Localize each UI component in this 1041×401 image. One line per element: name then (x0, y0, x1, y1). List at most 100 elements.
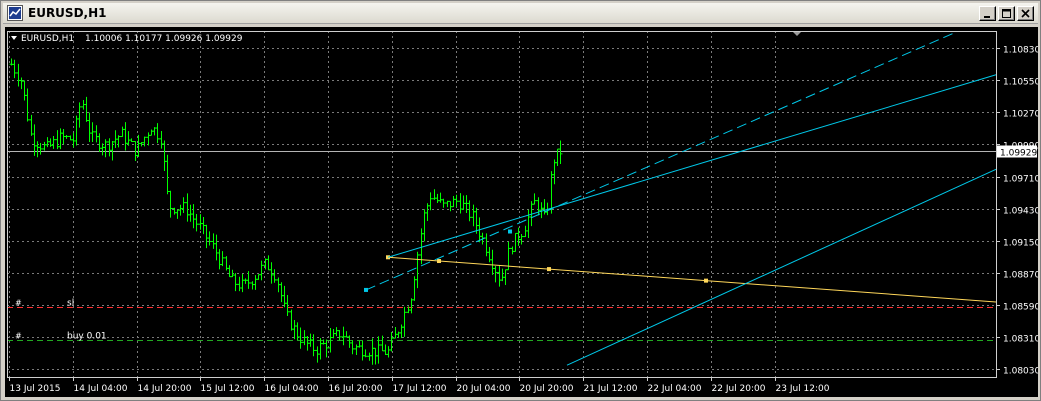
current-price-label: 1.09929 (1000, 149, 1037, 159)
price-bar (198, 214, 203, 230)
price-bar (363, 349, 368, 358)
restore-button[interactable] (998, 6, 1015, 21)
price-bar (347, 335, 352, 348)
price-bar (279, 282, 284, 303)
price-bar (526, 209, 531, 239)
chart-window-icon (7, 5, 23, 21)
x-tick-label: 20 Jul 20:00 (520, 384, 574, 394)
price-bar (204, 224, 209, 249)
price-bar (298, 327, 303, 349)
title-bar[interactable]: EURUSD,H1 (3, 3, 1038, 24)
price-bar (51, 136, 56, 149)
price-bar (532, 193, 537, 205)
trendline-point (704, 278, 708, 283)
price-bar (22, 80, 27, 101)
price-bar (103, 139, 108, 158)
price-bar (181, 197, 186, 214)
price-bar (500, 268, 505, 282)
buy-marker: # (15, 332, 22, 341)
chart-area[interactable]: 1.108301.105501.102701.099901.097101.094… (5, 27, 1038, 397)
price-chart[interactable]: 1.108301.105501.102701.099901.097101.094… (5, 27, 1038, 397)
price-bar (136, 134, 141, 158)
x-tick-label: 22 Jul 04:00 (648, 384, 702, 394)
price-bar (510, 246, 515, 255)
x-tick-label: 22 Jul 20:00 (712, 384, 766, 394)
price-bar (357, 340, 362, 348)
dropdown-icon (11, 36, 17, 40)
price-bar (497, 265, 502, 287)
minimize-button[interactable] (979, 6, 996, 21)
price-bar (120, 126, 125, 138)
price-bar (71, 132, 76, 148)
minimize-icon (984, 16, 990, 18)
chart-window: EURUSD,H1 1.108301.105501.102701.099901.… (0, 0, 1041, 401)
price-bar (539, 202, 544, 219)
close-button[interactable] (1017, 6, 1034, 21)
price-bar (100, 143, 105, 156)
price-bar (324, 339, 329, 358)
price-bar (77, 102, 82, 128)
price-bar (214, 234, 219, 261)
price-bar (12, 59, 17, 79)
price-bar (519, 233, 524, 245)
price-bar (155, 123, 160, 144)
price-bar (97, 133, 102, 152)
price-bar (25, 88, 30, 122)
price-bar (243, 278, 248, 284)
price-bar (175, 209, 180, 219)
price-bar (334, 327, 339, 337)
price-bar (191, 204, 196, 229)
price-bar (90, 122, 95, 142)
price-bar (269, 262, 274, 284)
y-tick-label: 1.08030 (1003, 367, 1038, 377)
chart-axes (7, 31, 1000, 381)
price-bar (42, 141, 47, 151)
price-bar (233, 273, 238, 292)
x-tick-label: 14 Jul 04:00 (74, 384, 128, 394)
price-bar (558, 140, 563, 164)
y-tick-label: 1.10550 (1003, 78, 1038, 88)
price-bar (220, 251, 225, 267)
price-bar (393, 327, 398, 339)
price-bar (94, 125, 99, 143)
price-bar (458, 193, 463, 214)
trendline-point (437, 259, 441, 264)
chart-labels: 1.108301.105501.102701.099901.097101.094… (10, 34, 1039, 394)
price-bar (253, 275, 258, 290)
price-bar (454, 194, 459, 207)
price-bar (188, 204, 193, 222)
price-bar (435, 193, 440, 204)
channel-upper (387, 74, 997, 258)
channel-point (508, 229, 512, 234)
price-bar (64, 135, 69, 139)
y-tick-label: 1.10830 (1003, 46, 1038, 56)
x-tick-label: 14 Jul 20:00 (138, 384, 192, 394)
price-bar (159, 131, 164, 149)
chart-grid (7, 31, 996, 377)
y-tick-label: 1.10270 (1003, 110, 1038, 120)
sl-marker: # (15, 299, 22, 308)
trendline-point (547, 267, 551, 272)
y-tick-label: 1.09150 (1003, 239, 1038, 249)
price-bar (172, 207, 177, 215)
price-bar (107, 138, 112, 157)
price-bar (165, 154, 170, 195)
price-bar (38, 143, 43, 155)
price-bar (178, 204, 183, 216)
y-tick-label: 1.08590 (1003, 303, 1038, 313)
y-tick-label: 1.08870 (1003, 271, 1038, 281)
price-bar (289, 309, 294, 331)
price-bar (266, 255, 271, 271)
price-bar (282, 285, 287, 308)
symbol-label: EURUSD,H1 (21, 34, 74, 44)
price-bar (402, 306, 407, 337)
price-bar (250, 281, 255, 290)
x-tick-label: 16 Jul 20:00 (329, 384, 383, 394)
price-bar (337, 330, 342, 341)
price-bar (415, 251, 420, 289)
y-tick-label: 1.09430 (1003, 207, 1038, 217)
price-bar (16, 63, 21, 87)
price-bar (207, 231, 212, 246)
price-bar (360, 341, 365, 361)
price-bar (126, 131, 131, 146)
